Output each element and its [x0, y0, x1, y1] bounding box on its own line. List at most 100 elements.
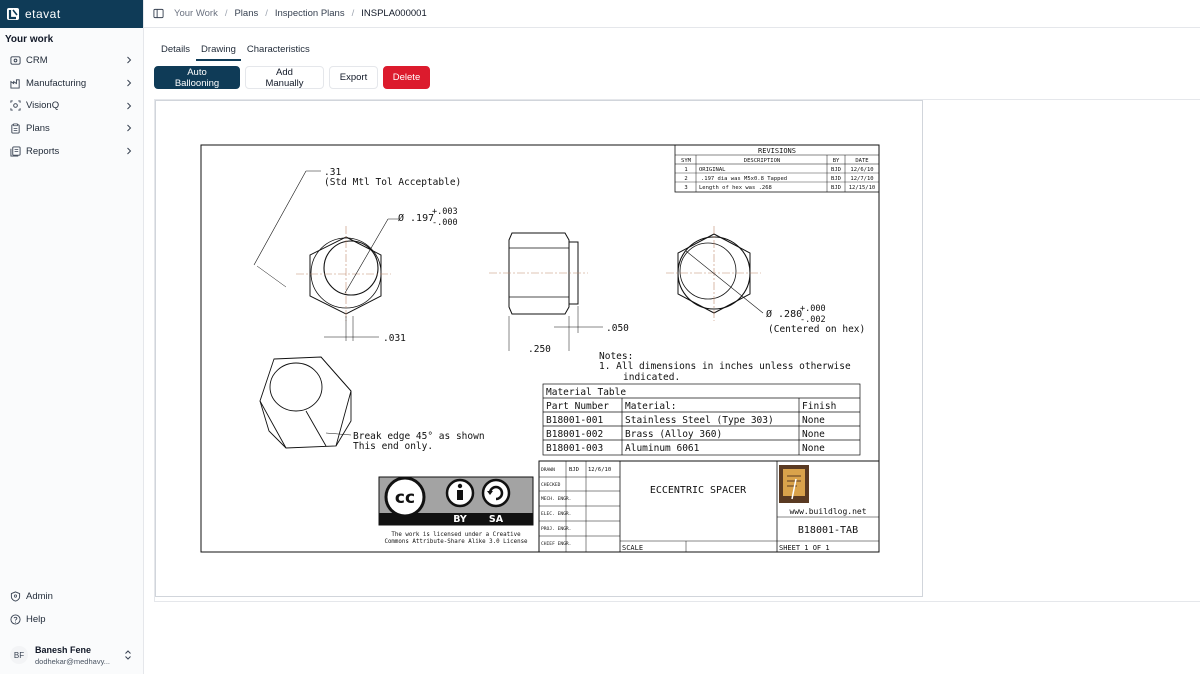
auto-ballooning-button[interactable]: Auto Ballooning: [154, 66, 240, 89]
title-block-drawn-label: DRAWN: [541, 467, 555, 473]
break-edge-line-2: This end only.: [353, 441, 433, 452]
revision-row-3-desc: Length of hex was .268: [699, 185, 772, 191]
material-row-3-part: B18001-003: [546, 443, 603, 454]
title-block-checked-label: CHECKED: [541, 482, 561, 488]
revisions-header-sym: SYM: [681, 158, 692, 164]
user-info: Banesh Fene dodhekar@medhavy...: [35, 645, 124, 666]
dim-280-tol-plus: +.000: [800, 304, 826, 314]
factory-icon: [10, 78, 20, 89]
notes-line-1: 1. All dimensions in inches unless other…: [599, 361, 851, 372]
admin-icon: [10, 591, 21, 602]
dim-197-tol-minus: -.000: [432, 218, 458, 228]
sidebar-item-admin[interactable]: Admin: [0, 585, 144, 608]
material-row-3-finish: None: [802, 443, 825, 454]
export-button[interactable]: Export: [329, 66, 378, 89]
revisions-header-description: DESCRIPTION: [744, 158, 780, 164]
breadcrumb: Your Work / Plans / Inspection Plans / I…: [174, 8, 427, 19]
user-menu[interactable]: BF Banesh Fene dodhekar@medhavy...: [0, 640, 144, 670]
sidebar-item-label: CRM: [26, 54, 48, 66]
sidebar-item-help[interactable]: Help: [0, 608, 144, 631]
chevron-right-icon: [127, 125, 132, 132]
sidebar-item-reports[interactable]: Reports: [0, 140, 143, 163]
by-attribution-icon: [457, 483, 463, 489]
material-row-1-finish: None: [802, 415, 825, 426]
buildlog-logo: [779, 465, 809, 503]
material-table-title: Material Table: [546, 387, 626, 398]
chevron-right-icon: [127, 79, 132, 87]
tab-bar: Details Drawing Characteristics: [156, 40, 316, 61]
sidebar-item-plans[interactable]: Plans: [0, 117, 143, 140]
sidebar-item-crm[interactable]: CRM: [0, 49, 143, 72]
breadcrumb-plans[interactable]: Plans: [234, 8, 258, 19]
cc-by-label: BY: [453, 514, 467, 525]
breadcrumb-your-work[interactable]: Your Work: [174, 8, 218, 19]
dim-centered: (Centered on hex): [768, 324, 865, 335]
action-toolbar: Auto Ballooning Add Manually Export Dele…: [154, 66, 430, 89]
add-manually-button[interactable]: Add Manually: [245, 66, 324, 89]
sidebar-item-visionq[interactable]: VisionQ: [0, 94, 143, 117]
section-label-your-work: Your work: [5, 34, 54, 45]
tab-drawing[interactable]: Drawing: [196, 40, 241, 61]
chevron-right-icon: [127, 147, 132, 155]
brand-logo-icon: [7, 8, 19, 20]
clipboard-icon: [11, 123, 20, 134]
revision-row-1-date: 12/6/10: [850, 167, 873, 173]
breadcrumb-inspection-plans[interactable]: Inspection Plans: [275, 8, 345, 19]
sidebar-item-manufacturing[interactable]: Manufacturing: [0, 72, 143, 95]
title-block-mech-label: MECH. ENGR.: [541, 496, 571, 502]
rear-view-hex: [666, 226, 764, 321]
material-header-part: Part Number: [546, 401, 609, 412]
crm-icon: [10, 56, 21, 65]
material-row-1-material: Stainless Steel (Type 303): [625, 415, 774, 426]
drawing-viewer[interactable]: REVISIONS SYM DESCRIPTION BY DATE 1 ORIG…: [155, 100, 923, 597]
sidebar-item-label: Admin: [26, 590, 53, 602]
vision-icon: [10, 100, 21, 111]
breadcrumb-separator: /: [224, 8, 228, 19]
revision-row-2-desc: .197 dia was M5x0.8 Tapped: [701, 176, 787, 182]
delete-button[interactable]: Delete: [383, 66, 430, 89]
tab-details[interactable]: Details: [156, 40, 195, 61]
sidebar-item-label: VisionQ: [26, 100, 60, 112]
material-header-finish: Finish: [802, 401, 836, 412]
revision-row-3-date: 12/15/10: [849, 185, 876, 191]
revisions-header-date: DATE: [855, 158, 868, 164]
engineering-drawing: REVISIONS SYM DESCRIPTION BY DATE 1 ORIG…: [200, 144, 880, 553]
cc-sa-label: SA: [489, 514, 504, 525]
chevron-right-icon: [127, 102, 132, 110]
breadcrumb-separator: /: [265, 8, 268, 19]
revisions-table: REVISIONS SYM DESCRIPTION BY DATE 1 ORIG…: [674, 144, 880, 193]
side-view: [489, 232, 603, 351]
revision-row-2-sym: 2: [684, 176, 687, 182]
top-header: Your Work / Plans / Inspection Plans / I…: [144, 0, 1200, 28]
sidebar-bottom-nav: Admin Help: [0, 585, 144, 630]
title-block-proj-label: PROJ. ENGR.: [541, 526, 571, 532]
sidebar: etavat Your work CRM Manufacturing Visio…: [0, 0, 144, 674]
brand[interactable]: etavat: [0, 0, 143, 28]
drawing-part-number: B18001-TAB: [798, 525, 858, 536]
dim-250: .250: [528, 344, 551, 355]
sidebar-item-label: Reports: [26, 145, 60, 157]
material-row-2-finish: None: [802, 429, 825, 440]
material-row-2-part: B18001-002: [546, 429, 603, 440]
sidebar-item-label: Help: [26, 613, 46, 625]
revisions-title: REVISIONS: [758, 147, 796, 155]
chevron-right-icon: [127, 56, 132, 64]
sidebar-item-label: Manufacturing: [26, 77, 87, 89]
brand-name: etavat: [25, 7, 61, 21]
avatar: BF: [10, 646, 28, 664]
isometric-view: [259, 356, 352, 449]
app-root: etavat Your work CRM Manufacturing Visio…: [0, 0, 1200, 674]
dim-197-tol-plus: +.003: [432, 207, 458, 217]
revision-row-2-by: BJD: [831, 176, 841, 182]
revision-row-3-sym: 3: [684, 185, 687, 191]
material-row-2-material: Brass (Alloy 360): [625, 429, 722, 440]
drawing-title: ECCENTRIC SPACER: [650, 485, 747, 496]
tab-characteristics[interactable]: Characteristics: [242, 40, 315, 61]
cc-logo-text: cc: [395, 488, 415, 508]
dim-std-tol: (Std Mtl Tol Acceptable): [324, 177, 461, 188]
sidebar-toggle-icon[interactable]: [153, 8, 164, 19]
dim-031: .031: [383, 333, 406, 344]
revision-row-2-date: 12/7/10: [850, 176, 873, 182]
revision-row-1-by: BJD: [831, 167, 841, 173]
user-email: dodhekar@medhavy...: [35, 656, 111, 666]
